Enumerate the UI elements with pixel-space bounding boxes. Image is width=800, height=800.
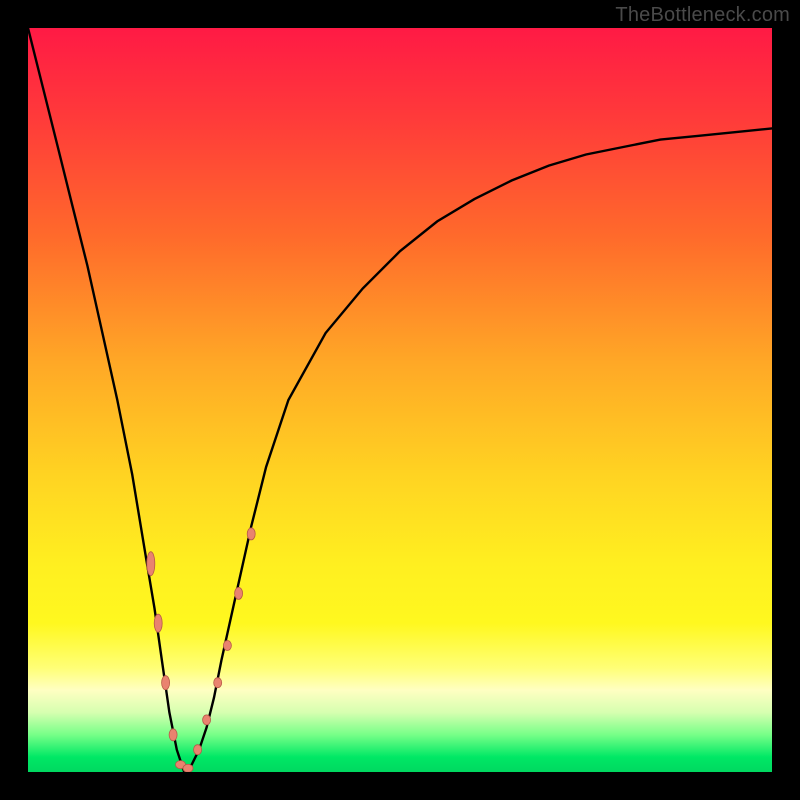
curve-marker: [183, 764, 193, 772]
chart-frame: TheBottleneck.com: [0, 0, 800, 800]
curve-marker: [247, 528, 255, 540]
bottleneck-curve-svg: [28, 28, 772, 772]
curve-marker: [203, 715, 211, 725]
chart-plot-area: [28, 28, 772, 772]
curve-marker: [169, 729, 177, 741]
curve-marker: [147, 552, 155, 576]
watermark-text: TheBottleneck.com: [615, 4, 790, 27]
curve-marker: [235, 587, 243, 599]
curve-markers: [147, 528, 255, 772]
bottleneck-curve-path: [28, 28, 772, 772]
curve-marker: [223, 641, 231, 651]
curve-marker: [194, 745, 202, 755]
curve-marker: [154, 614, 162, 632]
curve-marker: [214, 678, 222, 688]
curve-marker: [162, 676, 170, 690]
